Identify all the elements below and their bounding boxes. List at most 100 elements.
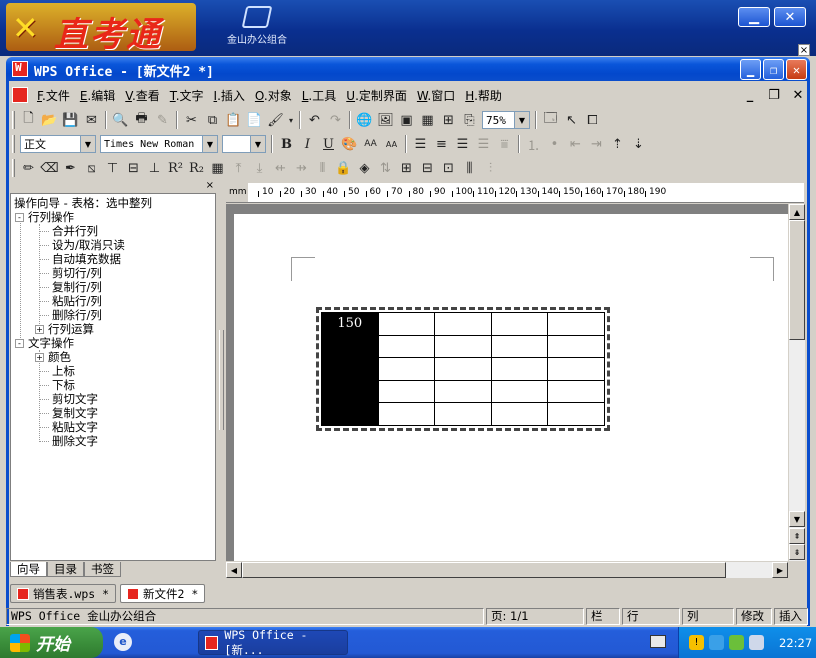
menu-help[interactable]: H.帮助 xyxy=(460,87,507,104)
shrink-font-button[interactable]: AA xyxy=(381,134,402,154)
insert-table-icon[interactable]: ▦ xyxy=(207,158,228,178)
insert-row-above-icon[interactable]: ⤒ xyxy=(228,158,249,178)
doc-tab-sales[interactable]: 销售表.wps * xyxy=(10,584,117,603)
menu-customize[interactable]: U.定制界面 xyxy=(341,87,412,104)
menu-insert[interactable]: I.插入 xyxy=(209,87,250,104)
lock-icon[interactable]: 🔒 xyxy=(333,158,354,178)
collapse-icon[interactable]: - xyxy=(15,213,24,222)
italic-button[interactable]: I xyxy=(297,134,318,154)
table-cell[interactable] xyxy=(377,379,436,404)
object-icon[interactable]: ⊞ xyxy=(438,110,459,130)
font-size-select[interactable]: ▼ xyxy=(222,135,266,153)
vertical-scrollbar[interactable]: ▲ ▼ ⇞ ⇟ xyxy=(789,204,805,561)
banner-small-close-button[interactable]: × xyxy=(798,44,810,56)
table-cell[interactable] xyxy=(434,379,492,404)
distribute-rows-icon[interactable]: ⫶ xyxy=(480,158,501,178)
justify-icon[interactable]: ☰ xyxy=(473,134,494,154)
send-mail-icon[interactable]: ✉ xyxy=(81,110,102,130)
merge-cells-icon[interactable]: ⊞ xyxy=(396,158,417,178)
panel-splitter[interactable] xyxy=(219,330,224,430)
table-cell[interactable]: 150 xyxy=(321,312,379,336)
table-cell[interactable] xyxy=(321,334,379,359)
select-objects-icon[interactable]: ⧠ xyxy=(582,110,603,130)
new-file-icon[interactable]: 🗋 xyxy=(18,110,39,130)
decrease-indent-icon[interactable]: ⇤ xyxy=(565,134,586,154)
table-cell[interactable] xyxy=(321,357,379,381)
network-icon[interactable] xyxy=(709,635,724,650)
tree-item[interactable]: 剪切行/列 xyxy=(52,266,102,280)
table-cell[interactable] xyxy=(434,402,492,426)
menu-view[interactable]: V.查看 xyxy=(120,87,165,104)
table-cell[interactable] xyxy=(547,357,605,381)
volume-icon[interactable] xyxy=(749,635,764,650)
distribute-icon[interactable]: ⩸ xyxy=(494,134,515,154)
clipboard-icon[interactable]: 📄 xyxy=(244,110,265,130)
document-table[interactable]: 150 xyxy=(321,312,605,426)
tree-item[interactable]: 复制文字 xyxy=(52,406,98,420)
zoom-select[interactable]: 75% ▼ xyxy=(482,111,530,129)
tree-item[interactable]: 删除行/列 xyxy=(52,308,102,322)
wps-app-icon[interactable] xyxy=(12,61,28,77)
redo-icon[interactable]: ↷ xyxy=(325,110,346,130)
document-page[interactable]: 150 xyxy=(234,214,788,561)
menu-edit[interactable]: E.编辑 xyxy=(75,87,120,104)
tree-item[interactable]: 剪切文字 xyxy=(52,392,98,406)
document-canvas[interactable]: 150 xyxy=(226,204,788,561)
table-border-top-icon[interactable]: ⊤ xyxy=(102,158,123,178)
status-modify[interactable]: 修改 xyxy=(736,608,772,625)
grow-font-button[interactable]: AA xyxy=(360,134,381,154)
subscript-button[interactable]: R₂ xyxy=(186,158,207,178)
align-left-icon[interactable]: ☰ xyxy=(410,134,431,154)
table-cell[interactable] xyxy=(547,379,605,404)
scroll-right-button[interactable]: ▶ xyxy=(772,562,788,578)
insert-row-below-icon[interactable]: ⤓ xyxy=(249,158,270,178)
banner-minimize-button[interactable]: ▁ xyxy=(738,7,770,27)
properties-icon[interactable]: 🗔 xyxy=(540,110,561,130)
print-icon[interactable]: 🖶 xyxy=(131,110,152,130)
line-spacing-down-icon[interactable]: ⇣ xyxy=(628,134,649,154)
select-cell-icon[interactable]: ⊡ xyxy=(438,158,459,178)
table-cell[interactable] xyxy=(490,357,549,381)
tree-group-row-text[interactable]: - 文字操作 xyxy=(15,336,74,350)
numbered-list-icon[interactable]: ⒈ xyxy=(523,134,544,154)
page-down-button[interactable]: ⇟ xyxy=(789,544,805,560)
menu-file[interactable]: F.文件 xyxy=(32,87,75,104)
table-cell[interactable] xyxy=(547,334,605,359)
format-painter-icon[interactable]: 🖌 xyxy=(265,110,286,130)
page-icon[interactable]: ⎘ xyxy=(459,110,480,130)
align-right-icon[interactable]: ☰ xyxy=(452,134,473,154)
menu-window[interactable]: W.窗口 xyxy=(412,87,460,104)
table-cell[interactable] xyxy=(377,334,436,359)
eraser-icon[interactable]: ⌫ xyxy=(39,158,60,178)
scroll-up-button[interactable]: ▲ xyxy=(789,204,805,220)
vertical-scroll-thumb[interactable] xyxy=(789,220,805,340)
insert-col-right-icon[interactable]: ⇸ xyxy=(291,158,312,178)
browser-icon[interactable]: e xyxy=(114,633,132,651)
table-cell[interactable] xyxy=(490,312,549,336)
tree-group-row-ops[interactable]: - 行列操作 xyxy=(15,210,74,224)
window-maximize-button[interactable]: ❐ xyxy=(763,59,784,80)
hyperlink-icon[interactable]: 🌐 xyxy=(354,110,375,130)
table-cell[interactable] xyxy=(490,334,549,359)
doc-close-button[interactable]: ✕ xyxy=(788,86,808,104)
stamp-icon[interactable]: ✎ xyxy=(152,110,173,130)
table-icon[interactable]: ▦ xyxy=(417,110,438,130)
tree-subgroup-row-color[interactable]: + 颜色 xyxy=(35,350,71,364)
pencil-icon[interactable]: ✏ xyxy=(18,158,39,178)
save-icon[interactable]: 💾 xyxy=(60,110,81,130)
textbox-icon[interactable]: ▣ xyxy=(396,110,417,130)
split-icon[interactable]: ⫴ xyxy=(312,158,333,178)
page-up-button[interactable]: ⇞ xyxy=(789,528,805,544)
tree-item[interactable]: 粘贴文字 xyxy=(52,420,98,434)
align-center-icon[interactable]: ≡ xyxy=(431,134,452,154)
sort-icon[interactable]: ⇅ xyxy=(375,158,396,178)
antivirus-icon[interactable] xyxy=(729,635,744,650)
menu-text[interactable]: T.文字 xyxy=(165,87,209,104)
split-cells-icon[interactable]: ⊟ xyxy=(417,158,438,178)
table-cell[interactable] xyxy=(490,402,549,426)
underline-button[interactable]: U xyxy=(318,134,339,154)
doc-tab-new2[interactable]: 新文件2 * xyxy=(120,584,206,603)
pointer-icon[interactable]: ↖ xyxy=(561,110,582,130)
keyboard-icon[interactable] xyxy=(650,635,666,648)
fill-color-icon[interactable]: ◈ xyxy=(354,158,375,178)
